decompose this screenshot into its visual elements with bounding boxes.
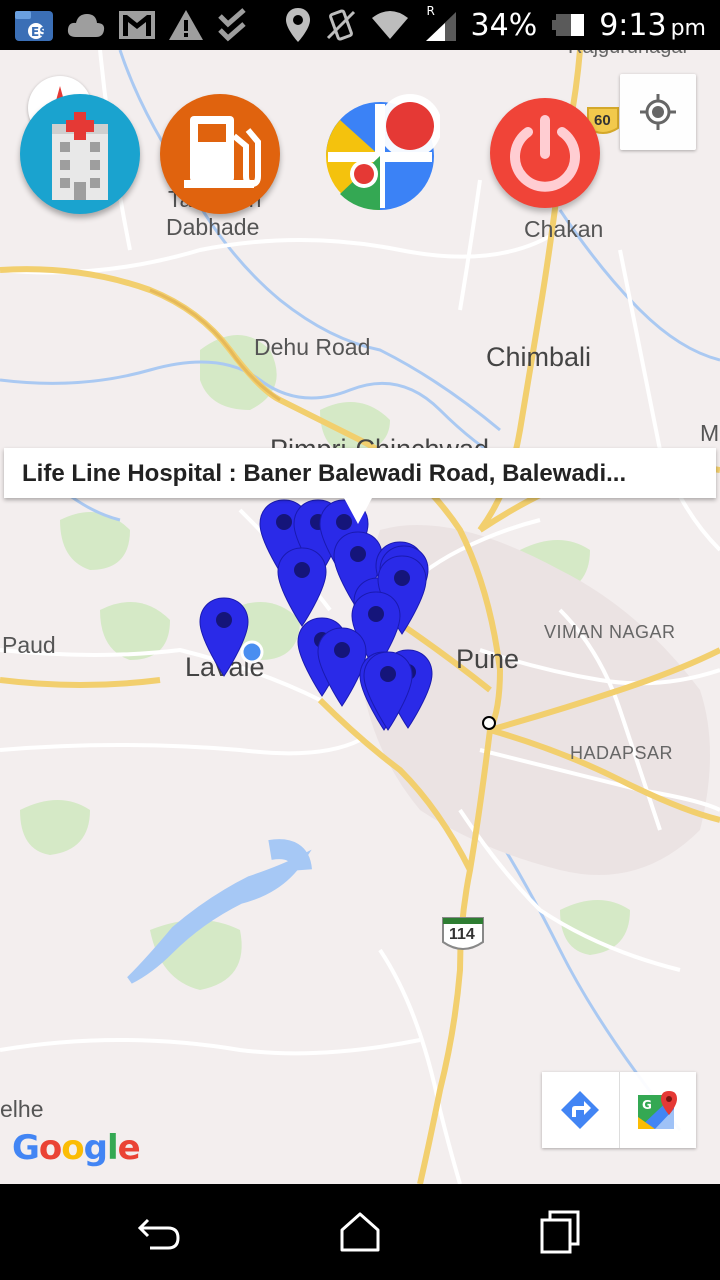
label-elhe: elhe: [0, 1096, 44, 1122]
fuel-station-button[interactable]: [160, 94, 280, 214]
home-icon[interactable]: [336, 1208, 384, 1256]
battery-percentage: 34%: [470, 7, 538, 43]
status-bar: ES R 34% 9:13 pm: [0, 0, 720, 50]
label-dabhade: Dabhade: [166, 214, 260, 240]
power-icon: [510, 115, 580, 192]
map-view[interactable]: Rajgurunagar Talegaon Dabhade Chakan Deh…: [0, 50, 720, 1184]
google-logo: Google: [12, 1128, 141, 1168]
clock-time: 9:13: [599, 7, 667, 43]
label-viman-nagar: VIMAN NAGAR: [544, 622, 676, 642]
google-logo-e: e: [117, 1128, 141, 1168]
power-button[interactable]: [490, 98, 600, 208]
google-logo-l: l: [106, 1128, 119, 1168]
pune-center-dot: [482, 716, 496, 730]
label-chimbali: Chimbali: [486, 342, 592, 372]
hospital-button[interactable]: [20, 94, 140, 214]
google-maps-icon: G: [638, 1091, 677, 1129]
google-logo-o1: o: [38, 1128, 62, 1168]
vibrate-icon: [326, 9, 355, 41]
hospital-marker[interactable]: [362, 650, 414, 732]
hospital-marker[interactable]: [198, 596, 250, 678]
back-icon[interactable]: [136, 1208, 184, 1256]
google-logo-o2: o: [61, 1128, 84, 1168]
label-paud: Paud: [2, 632, 56, 658]
fuel-station-icon: [184, 116, 261, 188]
label-hadapsar: HADAPSAR: [570, 743, 674, 763]
recents-icon[interactable]: [536, 1208, 584, 1256]
svg-text:G: G: [642, 1098, 652, 1112]
warning-icon: [169, 10, 203, 40]
shield-114-number: 114: [449, 926, 475, 943]
navigation-bar: [0, 1184, 720, 1280]
es-file-icon: ES: [15, 11, 53, 41]
svg-text:ES: ES: [31, 25, 48, 39]
map-places-icon: [326, 94, 440, 211]
my-location-button[interactable]: [620, 74, 696, 150]
gmail-icon: [119, 11, 155, 39]
open-google-maps-button[interactable]: G: [619, 1072, 696, 1148]
notification-icons: ES: [14, 6, 250, 44]
clock: 9:13 pm: [599, 8, 706, 43]
google-logo-g2: g: [83, 1128, 108, 1168]
battery-icon: [552, 14, 585, 36]
label-rajgurunagar: Rajgurunagar: [568, 50, 689, 59]
clock-ampm: pm: [670, 15, 706, 41]
system-icons: R 34% 9:13 pm: [285, 0, 706, 50]
location-pin-icon: [285, 8, 310, 42]
directions-icon: [561, 1091, 599, 1129]
my-location-icon: [640, 94, 676, 130]
roaming-indicator: R: [426, 4, 435, 18]
label-chakan: Chakan: [524, 216, 604, 242]
wifi-icon: [371, 11, 408, 39]
cloud-icon: [67, 14, 105, 37]
checklist-icon: [218, 8, 246, 42]
marker-info-window[interactable]: Life Line Hospital : Baner Balewadi Road…: [4, 448, 716, 498]
hospital-icon: [52, 112, 108, 200]
label-dehu-road: Dehu Road: [254, 334, 371, 360]
signal-strength: R: [423, 4, 457, 42]
info-window-title: Life Line Hospital : Baner Balewadi Road…: [22, 460, 627, 487]
directions-button[interactable]: [542, 1072, 619, 1148]
places-button[interactable]: [320, 94, 440, 214]
info-window-pointer: [344, 498, 372, 524]
map-toolbar: G: [542, 1072, 696, 1148]
label-m: M: [700, 420, 720, 446]
google-logo-g: G: [12, 1128, 40, 1168]
label-pune: Pune: [456, 644, 520, 674]
